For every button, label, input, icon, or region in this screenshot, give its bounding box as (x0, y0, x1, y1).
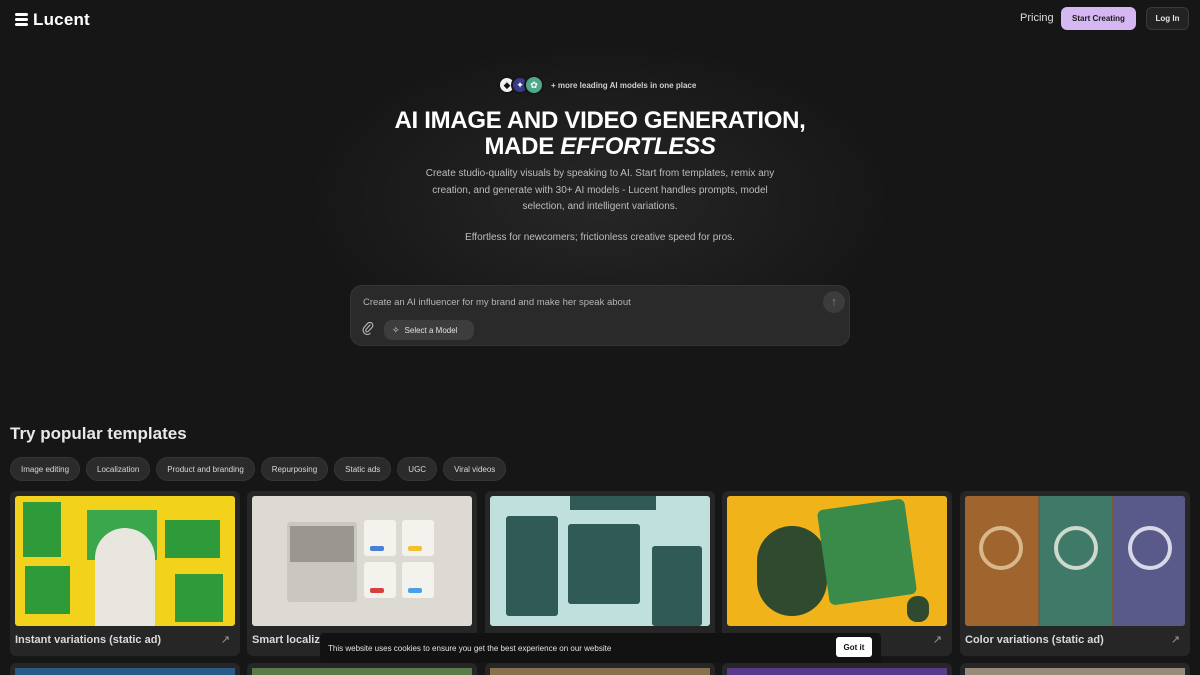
chip-localization[interactable]: Localization (86, 457, 151, 481)
hero-subtitle: Create studio-quality visuals by speakin… (425, 168, 775, 212)
template-card-label: Smart localiz (252, 634, 320, 646)
prompt-input[interactable] (363, 295, 803, 309)
hero-title-emphasis: EFFORTLESS (560, 133, 716, 160)
template-card[interactable] (10, 663, 240, 675)
template-card[interactable] (722, 663, 952, 675)
template-card-label: Instant variations (static ad) (15, 634, 162, 646)
template-card[interactable] (485, 663, 715, 675)
nav-pricing-link[interactable]: Pricing (1020, 12, 1054, 24)
logo[interactable]: Lucent (15, 10, 90, 30)
chip-repurposing[interactable]: Repurposing (260, 457, 329, 481)
template-card[interactable] (960, 663, 1190, 675)
logo-text: Lucent (33, 10, 90, 29)
template-card[interactable]: Smart localiz (247, 491, 477, 656)
select-model-button[interactable]: ✧ Select a Model (384, 320, 474, 340)
sparkle-icon: ✧ (392, 324, 400, 335)
send-button[interactable]: ↑ (823, 291, 845, 313)
logo-icon (15, 13, 28, 27)
top-nav: Lucent Pricing Start Creating Log In (0, 0, 1200, 38)
template-thumbnail (252, 496, 472, 626)
cookie-text: This website uses cookies to ensure you … (328, 643, 612, 653)
template-thumbnail (727, 668, 947, 675)
template-card[interactable] (485, 491, 715, 656)
template-card[interactable]: Instant variations (static ad) ↗ (10, 491, 240, 656)
template-thumbnail (727, 496, 947, 626)
arrow-up-right-icon: ↗ (1170, 634, 1180, 646)
templates-title: Try popular templates (10, 424, 187, 443)
template-thumbnail (965, 668, 1185, 675)
template-thumbnail (252, 668, 472, 675)
hero-tagline: Effortless for newcomers; frictionless c… (465, 232, 735, 243)
hero-title: AI IMAGE AND VIDEO GENERATION, MADE EFFO… (0, 108, 1200, 160)
arrow-up-right-icon: ↗ (932, 634, 942, 646)
template-thumbnail (490, 496, 710, 626)
template-card[interactable]: Color variations (static ad) ↗ (960, 491, 1190, 656)
cookie-banner: This website uses cookies to ensure you … (320, 633, 881, 663)
login-button[interactable]: Log In (1146, 7, 1189, 30)
template-filter-chips: Image editing Localization Product and b… (10, 457, 507, 481)
chip-static-ads[interactable]: Static ads (334, 457, 392, 481)
template-card[interactable] (247, 663, 477, 675)
hero-title-line2: MADE (484, 133, 561, 160)
attach-icon[interactable] (362, 321, 374, 336)
models-text: + more leading AI models in one place (551, 80, 697, 90)
template-card[interactable]: ↗ (722, 491, 952, 656)
start-creating-button[interactable]: Start Creating (1061, 7, 1136, 30)
arrow-up-icon: ↑ (831, 296, 837, 308)
prompt-box: ↑ ✧ Select a Model (350, 285, 850, 346)
openai-logo-icon: ✿ (524, 75, 544, 95)
chip-product-branding[interactable]: Product and branding (156, 457, 255, 481)
chip-ugc[interactable]: UGC (397, 457, 438, 481)
template-thumbnail (490, 668, 710, 675)
template-thumbnail (965, 496, 1185, 626)
arrow-up-right-icon: ↗ (220, 634, 230, 646)
template-thumbnail (15, 496, 235, 626)
cookie-accept-button[interactable]: Got it (836, 637, 872, 657)
template-thumbnail (15, 668, 235, 675)
chip-image-editing[interactable]: Image editing (10, 457, 81, 481)
select-model-label: Select a Model (404, 325, 458, 335)
models-badge: ◆ ✦ ✿ + more leading AI models in one pl… (498, 75, 696, 95)
hero-title-line1: AI IMAGE AND VIDEO GENERATION, (394, 107, 806, 134)
template-card-label: Color variations (static ad) (965, 634, 1104, 646)
chip-viral-videos[interactable]: Viral videos (443, 457, 507, 481)
